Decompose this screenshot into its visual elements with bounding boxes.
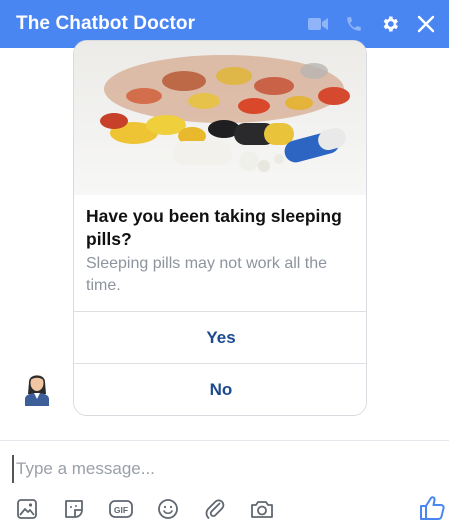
- no-button[interactable]: No: [74, 363, 366, 415]
- pills-photo: [74, 41, 366, 195]
- video-camera-icon[interactable]: [307, 13, 329, 35]
- thumbs-up-icon[interactable]: [418, 494, 446, 522]
- card-body: Have you been taking sleeping pills? Sle…: [74, 195, 366, 311]
- image-icon[interactable]: [14, 496, 40, 522]
- attachment-icon[interactable]: [202, 496, 228, 522]
- camera-icon[interactable]: [249, 496, 275, 522]
- sticker-icon[interactable]: [61, 496, 87, 522]
- gif-icon[interactable]: GIF: [108, 496, 134, 522]
- close-icon[interactable]: [415, 13, 437, 35]
- message-card: Have you been taking sleeping pills? Sle…: [73, 40, 367, 416]
- header-actions: [307, 13, 437, 35]
- yes-button[interactable]: Yes: [74, 311, 366, 363]
- emoji-icon[interactable]: [155, 496, 181, 522]
- card-title: Have you been taking sleeping pills?: [86, 206, 342, 249]
- composer-toolbar: GIF: [14, 496, 275, 522]
- chat-title: The Chatbot Doctor: [16, 13, 196, 34]
- message-input[interactable]: [12, 455, 392, 483]
- composer-divider: [0, 440, 449, 441]
- card-subtitle: Sleeping pills may not work all the time…: [86, 255, 328, 294]
- gear-icon[interactable]: [379, 13, 401, 35]
- gif-label: GIF: [114, 505, 128, 515]
- phone-icon[interactable]: [343, 13, 365, 35]
- bot-avatar: [25, 375, 49, 406]
